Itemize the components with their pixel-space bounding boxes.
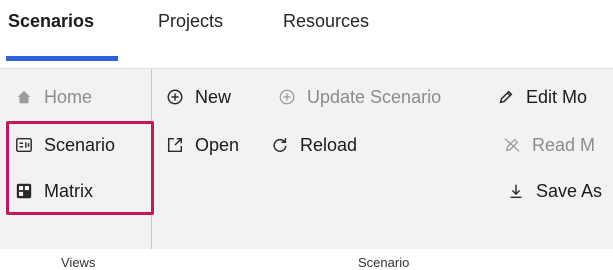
active-tab-indicator: [6, 56, 118, 61]
views-group-label: Views: [61, 255, 96, 270]
home-button[interactable]: Home: [14, 82, 92, 112]
update-circle-icon: [277, 87, 297, 107]
open-external-icon: [165, 135, 185, 155]
open-label: Open: [195, 134, 240, 155]
save-as-label: Save As: [536, 180, 603, 201]
pencil-icon: [496, 87, 516, 107]
home-icon: [14, 87, 34, 107]
new-label: New: [195, 86, 232, 107]
tab-projects[interactable]: Projects: [158, 9, 223, 33]
reload-button[interactable]: Reload: [270, 130, 357, 160]
add-circle-icon: [165, 87, 185, 107]
update-scenario-label: Update Scenario: [307, 86, 442, 107]
scenario-group-label: Scenario: [358, 255, 410, 270]
read-mode-button[interactable]: Read M: [502, 130, 595, 160]
pencil-off-icon: [502, 135, 522, 155]
update-scenario-button[interactable]: Update Scenario: [277, 82, 441, 112]
home-label: Home: [44, 86, 93, 107]
save-as-button[interactable]: Save As: [506, 176, 602, 206]
tab-scenarios[interactable]: Scenarios: [8, 9, 94, 33]
new-button[interactable]: New: [165, 82, 231, 112]
edit-mode-label: Edit Mo: [526, 86, 588, 107]
download-icon: [506, 181, 526, 201]
highlight-box: [6, 121, 154, 215]
ribbon-tab-bar: Scenarios Projects Resources: [0, 0, 613, 68]
tab-resources[interactable]: Resources: [283, 9, 369, 33]
reload-icon: [270, 135, 290, 155]
edit-mode-button[interactable]: Edit Mo: [496, 82, 587, 112]
read-mode-label: Read M: [532, 134, 596, 155]
open-button[interactable]: Open: [165, 130, 239, 160]
reload-label: Reload: [300, 134, 358, 155]
